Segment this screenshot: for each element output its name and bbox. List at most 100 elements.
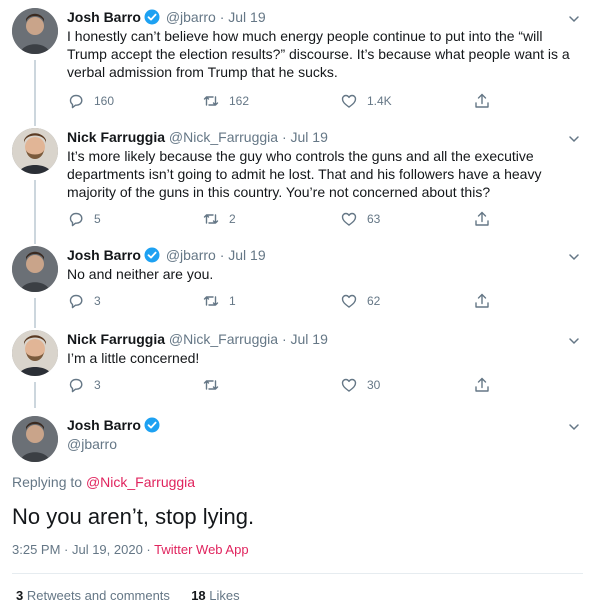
like-count: 63 — [367, 212, 381, 226]
like-button[interactable]: 62 — [340, 292, 380, 310]
heart-icon — [341, 212, 357, 226]
tweet-text: I’m a little concerned! — [67, 350, 200, 366]
like-count: 62 — [367, 294, 381, 308]
likes-count: 18 — [191, 588, 206, 603]
retweets-label: Retweets and comments — [26, 588, 170, 603]
reply-count: 3 — [94, 294, 101, 308]
reply-button[interactable]: 3 — [67, 292, 101, 310]
retweet-icon — [203, 380, 219, 390]
avatar[interactable] — [12, 128, 58, 174]
share-button[interactable] — [473, 92, 491, 110]
tweet-header: Josh Barro @jbarro · Jul 19 — [67, 246, 266, 267]
reply-button[interactable]: 160 — [67, 92, 114, 110]
retweet-icon — [203, 214, 219, 224]
author-handle[interactable]: @jbarro — [67, 435, 117, 453]
replying-to-label: Replying to — [12, 474, 83, 490]
retweets-count: 3 — [16, 588, 24, 603]
tweet-date[interactable]: · Jul 19 — [282, 331, 328, 347]
retweet-button[interactable] — [202, 376, 229, 394]
retweet-button[interactable]: 1 — [202, 292, 236, 310]
reply-count: 5 — [94, 212, 101, 226]
replying-to-link[interactable]: @Nick_Farruggia — [86, 474, 195, 490]
retweet-count: 2 — [229, 212, 236, 226]
reply-count: 160 — [94, 94, 115, 108]
avatar[interactable] — [12, 416, 58, 462]
retweet-icon — [203, 296, 219, 306]
main-tweet-text: No you aren’t, stop lying. — [12, 504, 255, 529]
tweet-source-link[interactable]: Twitter Web App — [154, 542, 248, 557]
replying-to: Replying to @Nick_Farruggia — [12, 473, 195, 491]
tweet-header: Nick Farruggia @Nick_Farruggia · Jul 19 — [67, 128, 328, 146]
tweet-date[interactable]: · Jul 19 — [282, 129, 328, 145]
avatar[interactable] — [12, 330, 58, 376]
thread-tweet-1[interactable]: Josh Barro @jbarro · Jul 19 I honestly c… — [0, 8, 595, 126]
main-tweet-header: Josh Barro @jbarro — [0, 416, 595, 466]
thread-line — [34, 298, 36, 328]
share-button[interactable] — [473, 292, 491, 310]
reply-button[interactable]: 5 — [67, 210, 101, 228]
reply-button[interactable]: 3 — [67, 376, 101, 394]
avatar[interactable] — [12, 246, 58, 292]
tweet-actions: 160 162 1.4K — [67, 92, 497, 112]
author-name-text[interactable]: Josh Barro — [67, 417, 141, 433]
heart-icon — [341, 94, 357, 108]
share-icon — [475, 377, 489, 392]
retweet-count: 1 — [229, 294, 236, 308]
author-name[interactable]: Josh Barro — [67, 247, 141, 263]
heart-icon — [341, 294, 357, 308]
share-button[interactable] — [473, 210, 491, 228]
tweet-text: It’s more likely because the guy who con… — [67, 148, 542, 200]
tweet-header: Nick Farruggia @Nick_Farruggia · Jul 19 — [67, 330, 328, 348]
reply-icon — [69, 94, 83, 109]
author-name[interactable]: Nick Farruggia — [67, 129, 165, 145]
share-icon — [475, 93, 489, 108]
like-button[interactable]: 1.4K — [340, 92, 392, 110]
tweet-date[interactable]: · Jul 19 — [220, 247, 266, 263]
share-icon — [475, 293, 489, 308]
retweet-count: 162 — [229, 94, 250, 108]
author-handle[interactable]: @Nick_Farruggia — [169, 129, 278, 145]
verified-badge-icon — [144, 417, 160, 437]
tweet-timestamp[interactable]: 3:25 PM · Jul 19, 2020 · — [12, 542, 151, 557]
retweet-icon — [203, 96, 219, 106]
like-button[interactable]: 30 — [340, 376, 380, 394]
thread-tweet-4[interactable]: Nick Farruggia @Nick_Farruggia · Jul 19 … — [0, 330, 595, 408]
tweet-text: I honestly can’t believe how much energy… — [67, 28, 570, 80]
thread-line — [34, 382, 36, 408]
author-handle[interactable]: @jbarro — [166, 9, 216, 25]
thread-tweet-2[interactable]: Nick Farruggia @Nick_Farruggia · Jul 19 … — [0, 128, 595, 244]
avatar[interactable] — [12, 8, 58, 54]
like-count: 30 — [367, 378, 381, 392]
reply-icon — [69, 294, 83, 309]
tweet-header: Josh Barro @jbarro · Jul 19 — [67, 8, 266, 29]
chevron-down-icon[interactable] — [567, 420, 581, 439]
author-name[interactable]: Josh Barro — [67, 9, 141, 25]
retweets-stat[interactable]: 3 Retweets and comments — [16, 588, 170, 603]
tweet-date[interactable]: · Jul 19 — [220, 9, 266, 25]
thread-line — [34, 60, 36, 126]
tweet-meta: 3:25 PM · Jul 19, 2020 · Twitter Web App — [12, 541, 249, 559]
retweet-button[interactable]: 162 — [202, 92, 249, 110]
heart-icon — [341, 378, 357, 392]
like-button[interactable]: 63 — [340, 210, 380, 228]
verified-badge-icon — [144, 247, 160, 267]
share-icon — [475, 211, 489, 226]
engagement-stats: 3 Retweets and comments 18 Likes — [16, 587, 240, 605]
tweet-actions: 3 1 62 — [67, 292, 497, 312]
tweet-actions: 3 30 — [67, 376, 497, 396]
retweet-button[interactable]: 2 — [202, 210, 236, 228]
author-name[interactable]: Josh Barro — [67, 416, 162, 437]
divider — [12, 573, 583, 574]
reply-icon — [69, 378, 83, 393]
share-button[interactable] — [473, 376, 491, 394]
author-handle[interactable]: @jbarro — [166, 247, 216, 263]
like-count: 1.4K — [367, 94, 392, 108]
likes-stat[interactable]: 18 Likes — [191, 588, 239, 603]
author-name[interactable]: Nick Farruggia — [67, 331, 165, 347]
tweet-text: No and neither are you. — [67, 266, 214, 282]
reply-count: 3 — [94, 378, 101, 392]
author-handle[interactable]: @Nick_Farruggia — [169, 331, 278, 347]
verified-badge-icon — [144, 9, 160, 29]
likes-label: Likes — [209, 588, 240, 603]
thread-tweet-3[interactable]: Josh Barro @jbarro · Jul 19 No and neith… — [0, 246, 595, 328]
